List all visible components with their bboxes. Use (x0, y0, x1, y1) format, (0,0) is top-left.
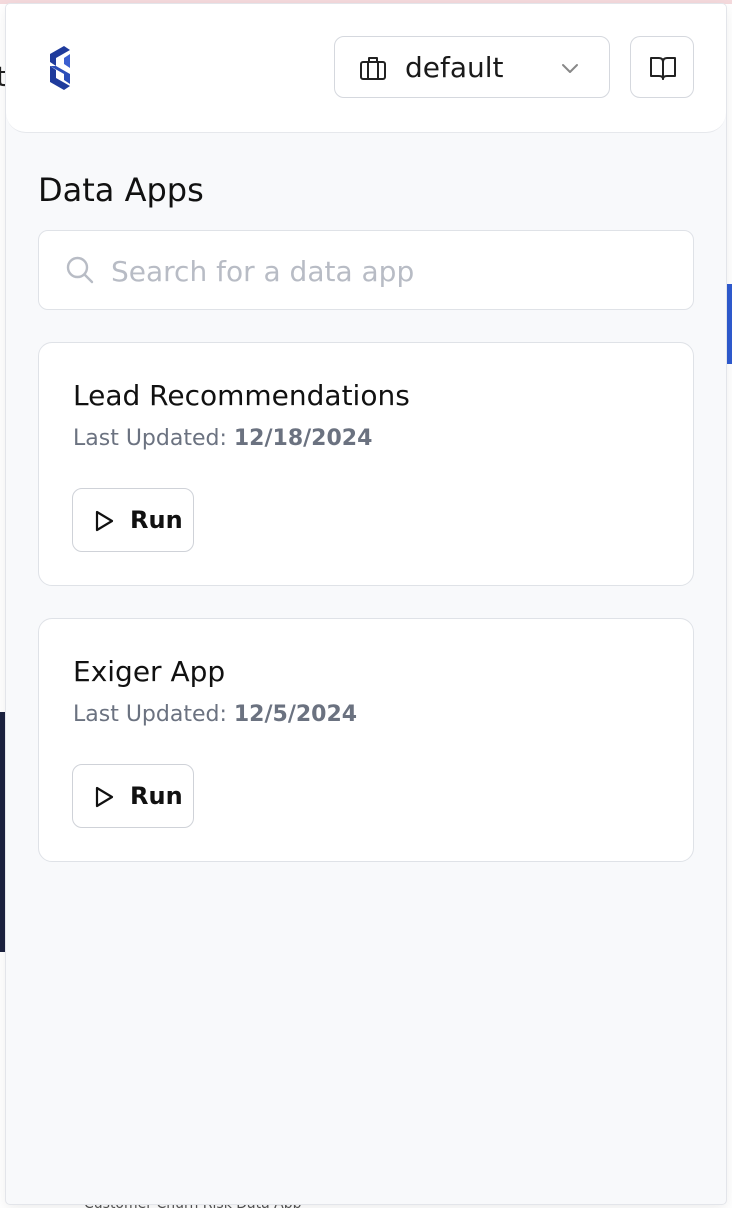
background-blue-tab (726, 284, 732, 364)
run-button-label: Run (130, 782, 183, 810)
data-apps-panel: default Data Apps Lead Recommendations L… (6, 4, 726, 1204)
app-last-updated: Last Updated: 12/5/2024 (73, 701, 357, 729)
run-button[interactable]: Run (72, 764, 194, 828)
briefcase-icon (360, 57, 386, 80)
page-title: Data Apps (38, 171, 204, 209)
documentation-button[interactable] (630, 36, 694, 98)
brand-logo-icon[interactable] (46, 44, 78, 92)
run-button-label: Run (130, 506, 183, 534)
play-icon (95, 510, 114, 532)
play-icon (95, 786, 114, 808)
last-updated-date: 12/18/2024 (233, 426, 373, 451)
workspace-select[interactable]: default (334, 36, 610, 98)
run-button[interactable]: Run (72, 488, 194, 552)
app-card: Lead Recommendations Last Updated: 12/18… (38, 342, 694, 586)
workspace-select-value: default (405, 51, 504, 84)
search-box[interactable] (38, 230, 694, 310)
open-book-icon (650, 57, 676, 80)
last-updated-date: 12/5/2024 (233, 702, 358, 727)
search-input[interactable] (109, 249, 673, 293)
app-name: Lead Recommendations (73, 379, 410, 412)
app-last-updated: Last Updated: 12/18/2024 (73, 425, 372, 453)
last-updated-label: Last Updated: (73, 426, 227, 451)
search-icon (66, 256, 94, 284)
last-updated-label: Last Updated: (73, 702, 227, 727)
app-card: Exiger App Last Updated: 12/5/2024 Run (38, 618, 694, 862)
chevron-down-icon (562, 64, 578, 73)
app-name: Exiger App (73, 655, 226, 688)
panel-header: default (6, 4, 726, 133)
